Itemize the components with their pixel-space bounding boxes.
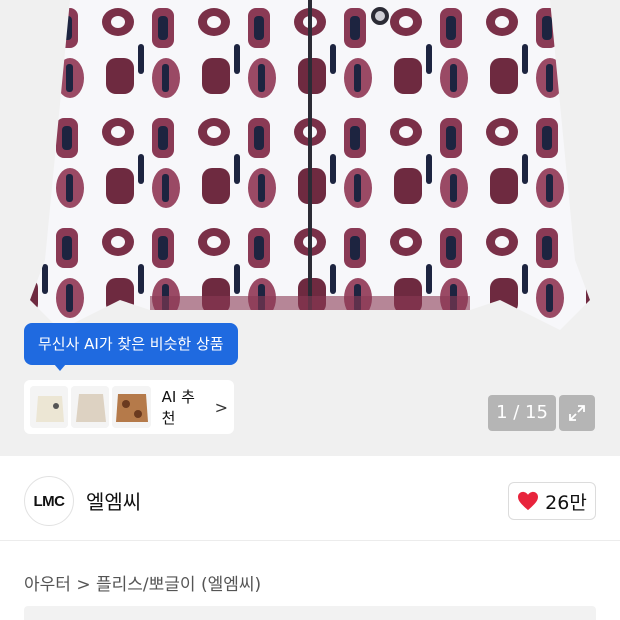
ai-tooltip-label: 무신사 AI가 찾은 비슷한 상품 bbox=[38, 335, 224, 353]
ai-similar-tooltip[interactable]: 무신사 AI가 찾은 비슷한 상품 bbox=[24, 323, 238, 371]
similar-item-thumb-3[interactable] bbox=[112, 386, 151, 428]
like-count: 26만 bbox=[545, 491, 587, 514]
ai-recommend-label: AI 추천 bbox=[161, 388, 195, 427]
heart-icon bbox=[518, 491, 539, 511]
divider bbox=[0, 540, 620, 541]
similar-item-thumb-2[interactable] bbox=[71, 386, 110, 428]
breadcrumb[interactable]: 아우터 > 플리스/뽀글이 (엘엠씨) bbox=[24, 570, 261, 595]
image-counter-text: 1 / 15 bbox=[496, 402, 548, 423]
info-box bbox=[24, 606, 596, 620]
expand-icon bbox=[569, 405, 585, 421]
ai-recommend-button[interactable]: AI 추천 > bbox=[24, 380, 234, 434]
expand-image-button[interactable] bbox=[559, 395, 595, 431]
chevron-right-icon: > bbox=[214, 397, 229, 417]
like-button[interactable]: 26만 bbox=[508, 482, 596, 520]
brand-row: LMC 엘엠씨 26만 bbox=[0, 456, 620, 540]
product-image-area[interactable]: 무신사 AI가 찾은 비슷한 상품 AI 추천 > 1 / 15 bbox=[0, 0, 620, 456]
brand-logo[interactable]: LMC bbox=[24, 476, 74, 526]
brand-name[interactable]: 엘엠씨 bbox=[86, 486, 141, 515]
brand-logo-text: LMC bbox=[33, 492, 66, 510]
similar-item-thumb-1[interactable] bbox=[30, 386, 69, 428]
image-counter: 1 / 15 bbox=[488, 395, 556, 431]
